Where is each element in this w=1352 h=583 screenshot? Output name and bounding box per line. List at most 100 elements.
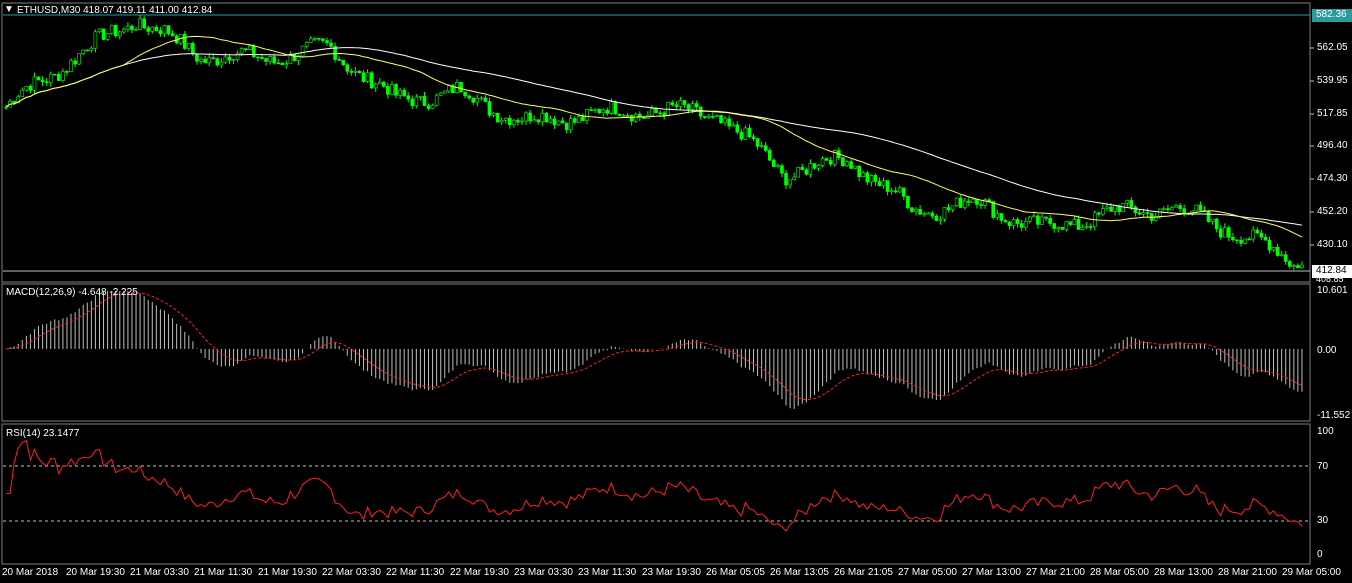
candle-body <box>1227 227 1231 238</box>
candle-body <box>788 179 792 186</box>
macd-tick: -11.552 <box>1317 410 1351 421</box>
candle-body <box>227 56 232 61</box>
candle-body <box>44 81 49 84</box>
candle-body <box>231 59 236 61</box>
candle-body <box>747 127 752 138</box>
symbol-menu-icon[interactable]: ▼ <box>4 4 14 15</box>
candle-body <box>1113 205 1117 212</box>
price-tick: 452.20 <box>1317 206 1348 217</box>
candle-body <box>926 212 931 215</box>
candle-body <box>512 120 516 126</box>
candle-body <box>170 33 175 37</box>
price-tick: 562.05 <box>1317 42 1348 53</box>
candle-body <box>1040 216 1044 225</box>
candle-body <box>552 118 557 126</box>
candle-body <box>686 104 691 110</box>
candle-body <box>1174 205 1178 208</box>
candle-body <box>723 118 727 124</box>
candle-body <box>910 207 914 212</box>
candle-body <box>715 115 719 117</box>
candle-body <box>621 115 626 117</box>
candle-body <box>812 163 817 169</box>
candle-body <box>694 103 699 108</box>
candle-body <box>589 109 593 111</box>
candle-body <box>889 190 894 193</box>
candle-body <box>93 31 98 49</box>
candle-body <box>1072 219 1077 225</box>
candle-body <box>483 97 488 102</box>
time-label: 27 Mar 13:00 <box>962 567 1021 578</box>
candle-body <box>329 42 333 47</box>
candle-body <box>1263 236 1268 241</box>
time-label: 28 Mar 05:00 <box>1090 567 1149 578</box>
time-label: 20 Mar 19:30 <box>66 567 125 578</box>
candle-body <box>369 72 374 89</box>
candle-body <box>979 204 983 206</box>
candle-body <box>711 116 715 118</box>
candle-body <box>207 57 211 64</box>
candle-body <box>1032 215 1036 218</box>
candle-body <box>893 190 898 193</box>
candle-body <box>463 91 467 97</box>
candle-body <box>491 112 496 116</box>
candle-body <box>211 57 216 60</box>
candle-body <box>260 56 264 59</box>
candle-body <box>962 200 967 208</box>
candle-body <box>12 100 16 104</box>
candle-body <box>150 26 155 32</box>
candle-body <box>406 95 411 100</box>
candle-body <box>1243 238 1247 244</box>
candle-body <box>113 24 118 37</box>
candle-body <box>841 157 845 167</box>
price-tick: 539.95 <box>1317 75 1348 86</box>
candle-body <box>572 118 577 123</box>
time-label: 22 Mar 11:30 <box>386 567 445 578</box>
candle-body <box>930 212 935 217</box>
candle-body <box>81 49 86 54</box>
candle-body <box>1292 265 1296 267</box>
candle-body <box>1097 212 1101 215</box>
candle-body <box>1084 226 1089 228</box>
candle-body <box>540 112 545 123</box>
candle-body <box>146 27 151 32</box>
candle-body <box>292 53 297 62</box>
candle-body <box>215 58 220 66</box>
rsi-tick: 30 <box>1317 515 1329 526</box>
candle-body <box>1141 212 1146 215</box>
candle-body <box>101 28 106 40</box>
candle-body <box>32 76 37 91</box>
candle-body <box>613 101 618 115</box>
candle-body <box>467 95 471 99</box>
candle-body <box>958 197 963 208</box>
candle-body <box>386 86 390 95</box>
candle-body <box>536 119 541 123</box>
candle-body <box>881 180 886 187</box>
candle-body <box>1101 208 1105 215</box>
candle-body <box>337 59 341 61</box>
chart-canvas[interactable] <box>0 0 1352 583</box>
candle-body <box>906 196 910 209</box>
candle-body <box>1287 261 1292 267</box>
candle-body <box>1271 246 1276 251</box>
candle-body <box>317 37 321 40</box>
rsi-header: RSI(14) 23.1477 <box>6 428 80 439</box>
candle-body <box>1162 208 1166 210</box>
candle-body <box>382 81 386 87</box>
candle-body <box>1166 208 1170 211</box>
candle-body <box>459 81 463 93</box>
candle-body <box>1182 208 1186 214</box>
candle-body <box>361 72 366 82</box>
candle-body <box>1137 212 1142 215</box>
time-label: 22 Mar 03:30 <box>322 567 381 578</box>
candle-body <box>751 136 756 139</box>
candle-body <box>422 95 427 106</box>
candle-body <box>796 167 801 178</box>
candle-body <box>967 200 971 203</box>
candle-body <box>601 109 606 114</box>
candle-body <box>865 172 870 183</box>
candle-body <box>284 63 289 66</box>
candle-body <box>971 198 975 203</box>
candle-body <box>40 79 45 83</box>
candle-body <box>1251 229 1256 240</box>
candle-body <box>975 198 979 205</box>
